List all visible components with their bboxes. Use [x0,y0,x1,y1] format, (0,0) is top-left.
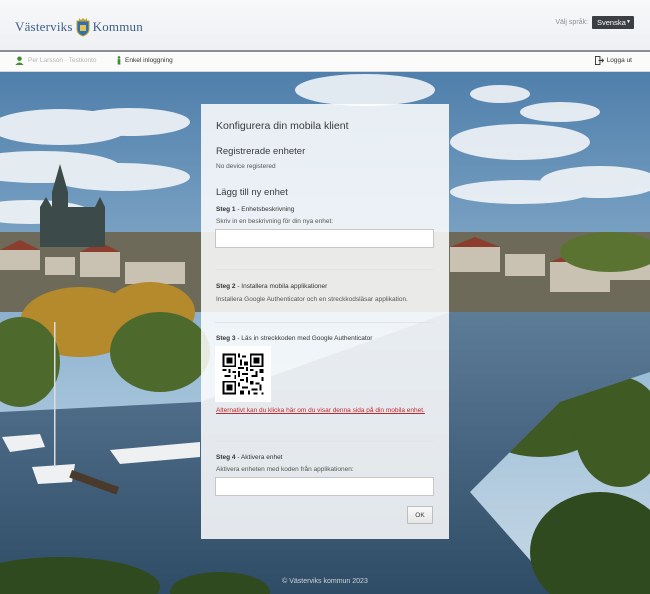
current-user[interactable]: Per Larsson · Testkonto [15,56,97,65]
mobile-client-panel: Konfigurera din mobila klient Registrera… [201,104,449,539]
sso-link[interactable]: Enkel inloggning [116,56,173,65]
step2-number: Steg 2 [216,283,236,290]
step3-title: Steg 3 - Läs in streckkoden med Google A… [216,335,372,342]
user-icon [15,56,24,65]
step4-label: - Aktivera enhet [235,454,283,461]
logo-text-right: Kommun [92,19,143,34]
coat-of-arms-icon [76,18,90,37]
step1-hint: Skriv in en beskrivning för din nya enhe… [216,218,334,225]
user-name: Per Larsson · Testkonto [28,57,97,64]
logout-label: Logga ut [606,57,632,64]
divider [215,441,434,442]
registered-devices-status: No device registered [216,163,276,170]
step2-hint: Installera Google Authenticator och en s… [216,296,408,303]
add-device-heading: Lägg till ny enhet [216,187,288,198]
logout-icon [594,56,604,65]
activation-code-input[interactable] [215,477,434,496]
logout-link[interactable]: Logga ut [594,56,632,65]
step4-number: Steg 4 [216,454,236,461]
step2-label: - Installera mobila applikationer [235,283,328,290]
step4-title: Steg 4 - Aktivera enhet [216,454,283,461]
step1-title: Steg 1 - Enhetsbeskrivning [216,206,294,213]
user-toolbar: Per Larsson · Testkonto Enkel inloggning… [0,52,650,72]
step1-label: - Enhetsbeskrivning [235,206,295,213]
step4-hint: Aktivera enheten med koden från applikat… [216,466,354,473]
language-picker: Välj språk: Svenska ▼ [555,16,634,29]
language-select[interactable]: Svenska ▼ [592,16,634,29]
language-label: Välj språk: [555,19,588,26]
divider [215,322,434,323]
step3-label: - Läs in streckkoden med Google Authenti… [235,335,373,342]
step2-title: Steg 2 - Installera mobila applikationer [216,283,327,290]
chevron-down-icon: ▼ [626,19,631,25]
qr-code [215,346,271,402]
municipality-logo[interactable]: Västerviks Kommun [15,17,143,37]
language-value: Svenska [597,18,626,27]
footer-text: © Västerviks kommun 2023 [282,578,368,585]
sso-label: Enkel inloggning [125,57,173,64]
logo-text-left: Västerviks [15,19,73,34]
open-on-mobile-link[interactable]: Alternativt kan du klicka här om du visa… [216,406,431,415]
person-icon [117,56,121,65]
step1-number: Steg 1 [216,206,236,213]
ok-button[interactable]: OK [407,506,433,524]
app-header: Västerviks Kommun Välj språk: Svenska ▼ [0,0,650,52]
step3-number: Steg 3 [216,335,236,342]
registered-devices-heading: Registrerade enheter [216,146,306,157]
device-description-input[interactable] [215,229,434,248]
divider [215,269,434,270]
page-title: Konfigurera din mobila klient [216,120,349,132]
